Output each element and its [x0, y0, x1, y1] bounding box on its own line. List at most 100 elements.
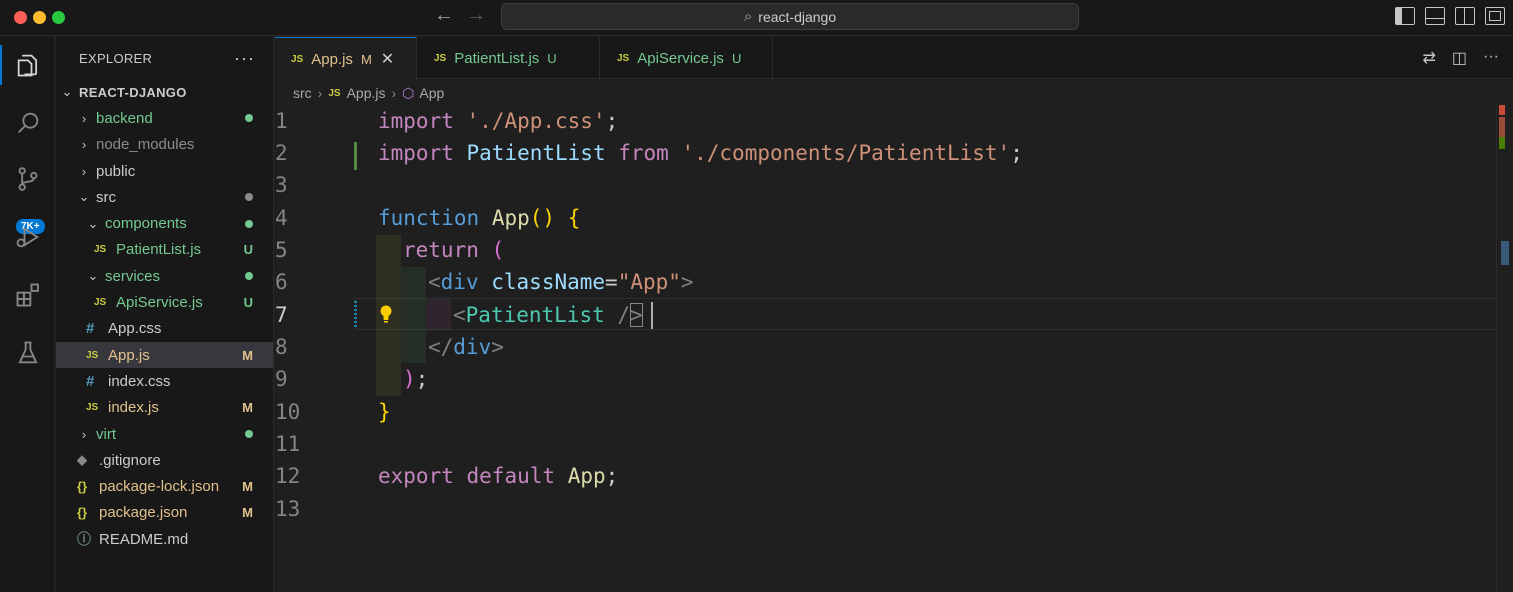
tab-label: PatientList.js [454, 49, 540, 67]
tab-patientlist-js[interactable]: JS PatientList.js U [418, 37, 600, 79]
explorer-title: EXPLORER [79, 50, 153, 66]
code-line-10: } [378, 400, 391, 425]
tree-item-app-css[interactable]: # App.css [56, 316, 273, 342]
tab-app-js[interactable]: JS App.js M ✕ [275, 37, 417, 80]
js-file-icon: JS [86, 349, 99, 361]
git-file-icon: ◆ [77, 452, 87, 468]
code-editor[interactable]: 1 2 3 4 5 6 7 8 9 10 11 12 13 import './… [275, 105, 1505, 592]
explorer-root[interactable]: ⌄ REACT-DJANGO [56, 79, 273, 105]
source-control-icon[interactable] [0, 155, 55, 203]
tab-status: M [360, 51, 372, 67]
code-line-5: return ( [403, 238, 505, 263]
command-center-label: react-django [758, 8, 837, 25]
tree-item-package-json[interactable]: {} package.json M [56, 500, 273, 526]
line-number: 10 [275, 400, 301, 425]
tab-apiservice-js[interactable]: JS ApiService.js U [601, 37, 773, 79]
code-line-9: ); [403, 367, 429, 392]
line-number: 13 [275, 497, 301, 522]
code-line-12: export default App; [378, 464, 619, 489]
explorer-icon[interactable] [0, 41, 55, 89]
close-icon[interactable]: ✕ [381, 49, 394, 69]
code-line-6: < div className = "App" > [428, 270, 694, 295]
file-tree: ⌄ REACT-DJANGO › backend › node_modules › pu… [56, 79, 273, 552]
toggle-secondary-sidebar-icon[interactable] [1455, 7, 1475, 25]
run-debug-icon[interactable] [0, 213, 55, 261]
tree-item-package-lock-json[interactable]: {} package-lock.json M [56, 473, 273, 499]
chevron-right-icon: › [81, 137, 87, 153]
chevron-right-icon: › [81, 110, 87, 126]
tree-item-gitignore[interactable]: ◆ .gitignore [56, 447, 273, 473]
chevron-down-icon: ⌄ [87, 268, 99, 284]
overview-marker [1501, 241, 1509, 265]
editor-scrollbar[interactable] [1496, 105, 1513, 592]
tree-item-index-js[interactable]: JS index.js M [56, 395, 273, 421]
line-number: 12 [275, 464, 301, 489]
line-number: 7 [275, 303, 288, 328]
tree-item-index-css[interactable]: # index.css [56, 368, 273, 394]
toggle-panel-icon[interactable] [1425, 7, 1445, 25]
js-file-icon: JS [291, 53, 304, 65]
json-file-icon: {} [77, 505, 88, 521]
tree-item-node-modules[interactable]: › node_modules [56, 132, 273, 158]
css-file-icon: # [86, 372, 95, 390]
js-file-icon: JS [94, 244, 107, 256]
editor-tabs: JS App.js M ✕ JS PatientList.js U JS Api… [275, 37, 1513, 80]
code-line-2: import PatientList from './components/Pa… [378, 141, 1023, 166]
js-file-icon: JS [94, 297, 107, 309]
js-file-icon: JS [617, 52, 630, 64]
line-number: 9 [275, 367, 288, 392]
tree-item-patientlist-js[interactable]: JS PatientList.js U [56, 237, 273, 263]
minimize-window-button[interactable] [33, 11, 46, 24]
breadcrumb-symbol[interactable]: App [419, 85, 444, 101]
forward-arrow-icon[interactable]: → [466, 4, 486, 27]
untracked-dot [245, 430, 253, 438]
css-file-icon: # [86, 320, 95, 338]
info-icon: ⓘ [77, 531, 91, 548]
tree-item-readme-md[interactable]: ⓘ README.md [56, 526, 273, 552]
close-window-button[interactable] [14, 11, 27, 24]
js-file-icon: JS [328, 87, 341, 99]
lightbulb-icon[interactable] [379, 304, 393, 324]
chevron-down-icon: ⌄ [78, 189, 90, 205]
chevron-right-icon: › [81, 426, 87, 442]
tree-item-app-js[interactable]: JS App.js M [56, 341, 273, 369]
more-actions-icon[interactable]: ··· [1483, 48, 1499, 68]
breadcrumb-folder[interactable]: src [293, 85, 312, 101]
title-bar: ← → ⌕ react-django [0, 0, 1513, 36]
command-center-search[interactable]: ⌕ react-django [501, 3, 1079, 30]
overview-marker [1499, 137, 1505, 149]
tree-item-public[interactable]: › public [56, 158, 273, 184]
tree-item-backend[interactable]: › backend [56, 105, 273, 131]
code-line-1: import './App.css'; [378, 109, 619, 134]
line-number: 4 [275, 206, 288, 231]
indent-guide [426, 299, 451, 330]
testing-icon[interactable] [0, 329, 55, 377]
tree-item-virt[interactable]: › virt [56, 421, 273, 447]
line-number: 1 [275, 109, 288, 134]
customize-layout-icon[interactable] [1485, 7, 1505, 25]
tab-status: U [731, 50, 742, 66]
git-dirty-indicator [354, 301, 357, 328]
open-changes-icon[interactable]: ⇄ [1422, 48, 1435, 68]
line-number: 5 [275, 238, 288, 263]
git-added-indicator [354, 142, 357, 170]
tree-item-apiservice-js[interactable]: JS ApiService.js U [56, 289, 273, 315]
more-actions-icon[interactable]: ··· [234, 48, 255, 69]
tree-item-src[interactable]: ⌄ src [56, 184, 273, 210]
maximize-window-button[interactable] [52, 11, 65, 24]
tree-item-services[interactable]: ⌄ services [56, 263, 273, 289]
search-icon[interactable] [0, 99, 55, 147]
js-file-icon: JS [434, 52, 447, 64]
line-number: 2 [275, 141, 288, 166]
toggle-primary-sidebar-icon[interactable] [1395, 7, 1415, 25]
tree-item-components[interactable]: ⌄ components [56, 210, 273, 236]
chevron-right-icon: › [391, 85, 397, 101]
back-arrow-icon[interactable]: ← [434, 4, 454, 27]
line-number: 6 [275, 270, 288, 295]
json-file-icon: {} [77, 479, 88, 495]
indent-guide [401, 267, 426, 363]
extensions-icon[interactable] [0, 271, 55, 319]
split-editor-icon[interactable]: ◫ [1452, 48, 1467, 68]
line-number: 8 [275, 335, 288, 360]
breadcrumb-file[interactable]: App.js [347, 85, 386, 101]
